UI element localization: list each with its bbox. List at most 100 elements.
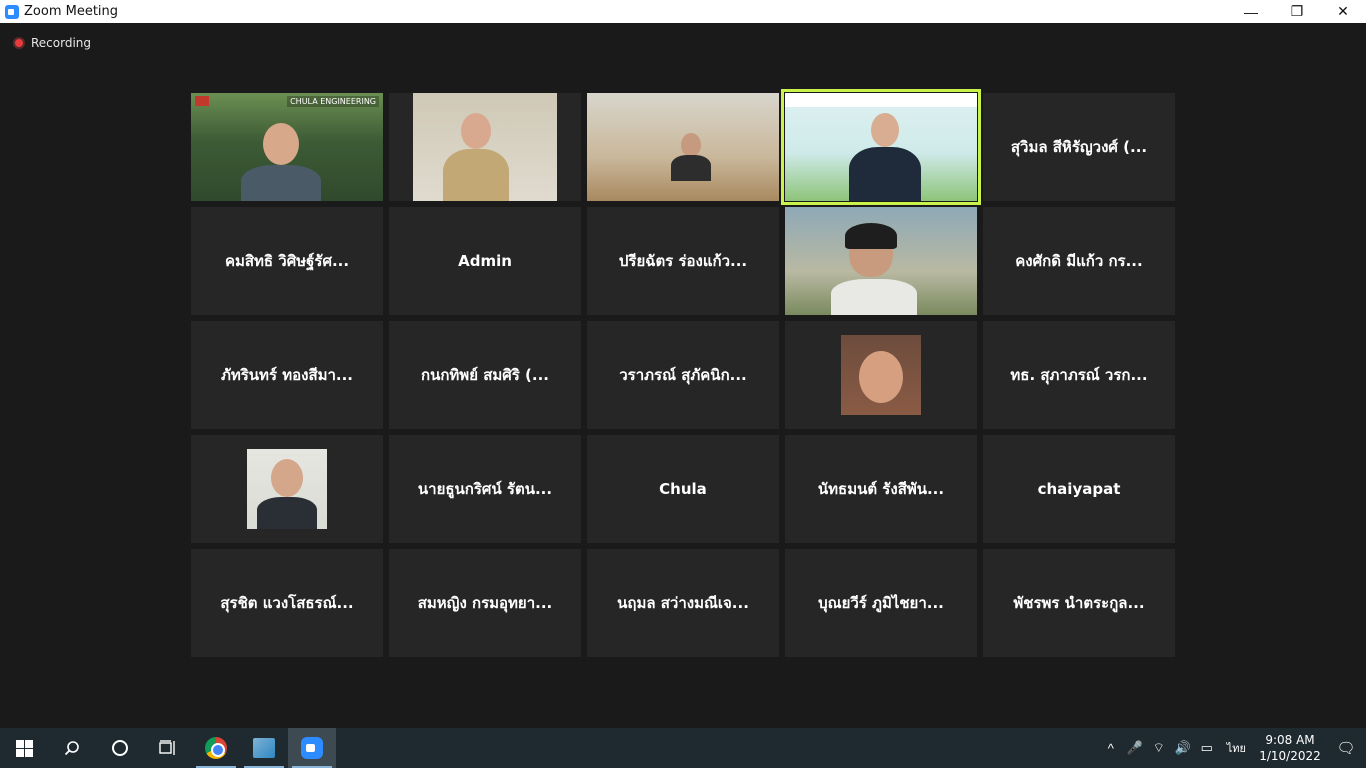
chevron-up-icon[interactable]: ^ xyxy=(1099,741,1123,756)
video-banner: CHULA ENGINEERING xyxy=(287,96,379,107)
participant-tile[interactable]: นฤมล สว่างมณีเจ... xyxy=(587,549,779,657)
participant-tile[interactable]: คมสิทธิ วิศิษฐ์รัศ... xyxy=(191,207,383,315)
person-hair xyxy=(845,223,897,249)
zoom-taskbar-button[interactable] xyxy=(288,728,336,768)
participant-name: chaiyapat xyxy=(1037,480,1121,498)
app-icon xyxy=(253,738,275,758)
zoom-app-icon xyxy=(5,4,19,19)
window-controls: — ❐ ✕ xyxy=(1228,0,1366,23)
video-tile[interactable]: CHULA ENGINEERING xyxy=(191,93,383,201)
participant-name: นายธูนกริศน์ รัตน... xyxy=(417,480,553,498)
notification-icon[interactable]: 🗨 xyxy=(1326,739,1366,757)
minimize-button[interactable]: — xyxy=(1228,0,1274,23)
video-tile[interactable] xyxy=(785,207,977,315)
participant-tile[interactable]: บุณยวีร์ ภูมิไชยา... xyxy=(785,549,977,657)
participant-tile[interactable]: คงศักดิ มีแก้ว กร... xyxy=(983,207,1175,315)
participant-name: สุวิมล สีหิรัญวงศ์ (... xyxy=(1010,138,1148,156)
participant-name: สมหญิง กรมอุทยา... xyxy=(417,594,553,612)
participant-video xyxy=(785,93,977,201)
participant-tile[interactable]: สมหญิง กรมอุทยา... xyxy=(389,549,581,657)
participant-video xyxy=(785,207,977,315)
participant-avatar xyxy=(841,335,921,415)
task-view-button[interactable] xyxy=(144,728,192,768)
close-button[interactable]: ✕ xyxy=(1320,0,1366,23)
cortana-icon xyxy=(112,740,128,756)
participant-name: คงศักดิ มีแก้ว กร... xyxy=(1015,252,1143,270)
person-body xyxy=(671,155,711,181)
battery-icon[interactable]: ▭ xyxy=(1195,740,1219,756)
video-tile[interactable] xyxy=(389,93,581,201)
clock-date: 1/10/2022 xyxy=(1259,749,1321,763)
language-indicator[interactable]: ไทย xyxy=(1227,739,1246,757)
person-head xyxy=(263,123,299,165)
start-button[interactable] xyxy=(0,728,48,768)
participant-video: CHULA ENGINEERING xyxy=(191,93,383,201)
windows-icon xyxy=(15,739,33,757)
window-title: Zoom Meeting xyxy=(24,4,119,19)
cortana-button[interactable] xyxy=(96,728,144,768)
participant-name: วราภรณ์ สุภัคนิก... xyxy=(619,366,747,384)
participant-name: บุณยวีร์ ภูมิไชยา... xyxy=(818,594,944,612)
person-body xyxy=(257,497,317,529)
recording-label: Recording xyxy=(31,36,92,50)
person-body xyxy=(443,149,509,201)
recording-indicator[interactable]: Recording xyxy=(13,36,91,50)
gallery-grid: CHULA ENGINEERING สุวิมล สีหิรัญวงศ์ (..… xyxy=(191,89,1175,657)
participant-name: คมสิทธิ วิศิษฐ์รัศ... xyxy=(224,252,350,270)
participant-video xyxy=(413,93,557,201)
zoom-icon xyxy=(301,737,323,759)
participant-name: ทธ. สุภาภรณ์ วรก... xyxy=(1010,366,1148,384)
participant-name: Chula xyxy=(659,480,707,498)
volume-icon[interactable]: 🔊 xyxy=(1171,740,1195,756)
person-head xyxy=(859,351,903,403)
logo-icon xyxy=(195,96,209,106)
participant-tile[interactable]: สุรชิต แวงโสธรณ์... xyxy=(191,549,383,657)
person-body xyxy=(849,147,921,201)
participant-name: ปรียฉัตร ร่องแก้ว... xyxy=(618,252,748,270)
person-body xyxy=(831,279,917,315)
participant-tile[interactable]: ภัทรินทร์ ทองสีมา... xyxy=(191,321,383,429)
participant-name: สุรชิต แวงโสธรณ์... xyxy=(220,594,354,612)
participant-name: Admin xyxy=(458,252,512,270)
participant-name: ภัทรินทร์ ทองสีมา... xyxy=(220,366,354,384)
participant-name: พัชรพร นำตระกูล... xyxy=(1013,594,1145,612)
participant-tile[interactable]: ปรียฉัตร ร่องแก้ว... xyxy=(587,207,779,315)
participant-tile[interactable] xyxy=(785,321,977,429)
system-tray: ^ 🎤 ⌔ 🔊 ▭ ไทย 9:08 AM 1/10/2022 🗨 xyxy=(1099,728,1366,768)
participant-avatar xyxy=(247,449,327,529)
search-button[interactable] xyxy=(48,728,96,768)
participant-tile[interactable]: พัชรพร นำตระกูล... xyxy=(983,549,1175,657)
person-head xyxy=(271,459,303,497)
participant-tile[interactable]: Chula xyxy=(587,435,779,543)
participant-tile[interactable]: ทธ. สุภาภรณ์ วรก... xyxy=(983,321,1175,429)
person-body xyxy=(241,165,321,201)
participant-tile[interactable]: กนกทิพย์ สมศิริ (... xyxy=(389,321,581,429)
task-view-icon xyxy=(159,740,175,755)
chrome-icon xyxy=(205,737,227,759)
participant-tile[interactable] xyxy=(191,435,383,543)
search-icon xyxy=(64,741,79,756)
app-taskbar-button[interactable] xyxy=(240,728,288,768)
participant-tile[interactable]: Admin xyxy=(389,207,581,315)
chrome-taskbar-button[interactable] xyxy=(192,728,240,768)
participant-tile[interactable]: chaiyapat xyxy=(983,435,1175,543)
participant-tile[interactable]: วราภรณ์ สุภัคนิก... xyxy=(587,321,779,429)
participant-video xyxy=(587,93,779,201)
participant-name: กนกทิพย์ สมศิริ (... xyxy=(421,366,549,384)
video-tile[interactable] xyxy=(587,93,779,201)
windows-taskbar: ^ 🎤 ⌔ 🔊 ▭ ไทย 9:08 AM 1/10/2022 🗨 xyxy=(0,728,1366,768)
participant-tile[interactable]: นายธูนกริศน์ รัตน... xyxy=(389,435,581,543)
wifi-icon[interactable]: ⌔ xyxy=(1147,740,1171,756)
participant-name: นฤมล สว่างมณีเจ... xyxy=(617,594,749,612)
video-tile-active-speaker[interactable] xyxy=(781,89,981,205)
participant-tile[interactable]: สุวิมล สีหิรัญวงศ์ (... xyxy=(983,93,1175,201)
participant-name: นัทธมนต์ รังสีพัน... xyxy=(817,480,945,498)
recording-dot-icon xyxy=(13,37,25,49)
clock[interactable]: 9:08 AM 1/10/2022 xyxy=(1254,732,1326,764)
microphone-icon[interactable]: 🎤 xyxy=(1123,740,1147,756)
participant-tile[interactable]: นัทธมนต์ รังสีพัน... xyxy=(785,435,977,543)
title-bar: Zoom Meeting — ❐ ✕ xyxy=(0,0,1366,23)
restore-button[interactable]: ❐ xyxy=(1274,0,1320,23)
video-header-strip xyxy=(785,93,977,107)
person-head xyxy=(681,133,701,157)
